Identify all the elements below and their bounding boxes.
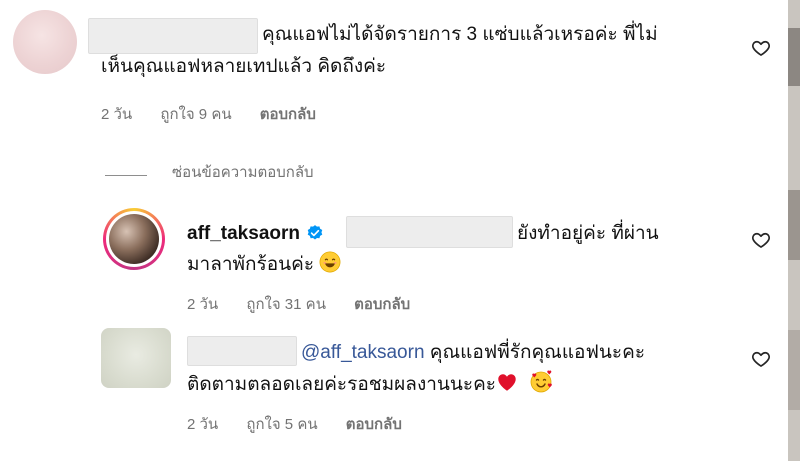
- commenter-avatar[interactable]: [13, 10, 77, 74]
- background-edge-shade: [788, 330, 800, 410]
- hide-replies-line: [105, 175, 147, 176]
- reply-button[interactable]: ตอบกลับ: [346, 416, 402, 433]
- comment-text-line2: มาลาพักร้อนค่ะ: [187, 250, 341, 279]
- comment-text: คุณแอฟพี่รักคุณแอฟนะคะ: [429, 342, 646, 363]
- avatar-ring-gap: [106, 211, 162, 267]
- comment-meta: 2 วัน ถูกใจ 31 คน ตอบกลับ: [187, 292, 434, 316]
- avatar-photo: [109, 214, 159, 264]
- mention-link[interactable]: @aff_taksaorn: [301, 342, 425, 363]
- comment-time: 2 วัน: [187, 296, 219, 313]
- reply-button[interactable]: ตอบกลับ: [260, 106, 316, 123]
- comment-meta: 2 วัน ถูกใจ 9 คน ตอบกลับ: [101, 102, 340, 126]
- username[interactable]: aff_taksaorn: [187, 223, 300, 244]
- background-edge: [788, 0, 800, 461]
- smiling-face-emoji: [319, 251, 341, 273]
- hide-replies-button[interactable]: ซ่อนข้อความตอบกลับ: [172, 160, 314, 184]
- background-edge-shade: [788, 28, 800, 86]
- red-heart-emoji: [498, 374, 516, 391]
- comment-text: ติดตามตลอดเลยค่ะรอชมผลงานนะคะ: [187, 374, 496, 395]
- comment-time: 2 วัน: [187, 416, 219, 433]
- verified-badge-icon: [307, 225, 323, 240]
- comment-text-line: คุณแอฟไม่ได้จัดรายการ 3 แซ่บแล้วเหรอค่ะ …: [262, 24, 658, 45]
- heart-outline-icon[interactable]: [751, 349, 771, 369]
- redacted-username: [88, 18, 258, 54]
- comment-text-line2: ติดตามตลอดเลยค่ะรอชมผลงานนะคะ: [187, 369, 553, 399]
- redacted-mention: [346, 216, 513, 248]
- likes-count[interactable]: ถูกใจ 9 คน: [160, 106, 231, 123]
- smiling-face-with-hearts-emoji: [530, 370, 553, 393]
- redacted-username: [187, 336, 297, 366]
- comment-text-line: ยังทำอยู่ค่ะ ที่ผ่าน: [517, 223, 659, 244]
- comment-text-line1: @aff_taksaorn คุณแอฟพี่รักคุณแอฟนะคะ: [301, 338, 645, 367]
- comment-meta: 2 วัน ถูกใจ 5 คน ตอบกลับ: [187, 412, 426, 436]
- comment-text: มาลาพักร้อนค่ะ: [187, 254, 315, 275]
- reply-button[interactable]: ตอบกลับ: [354, 296, 410, 313]
- commenter-avatar[interactable]: [101, 328, 171, 388]
- background-edge-shade: [788, 190, 800, 260]
- likes-count[interactable]: ถูกใจ 31 คน: [246, 296, 326, 313]
- heart-outline-icon[interactable]: [751, 38, 771, 58]
- comment-text-line: เห็นคุณแอฟหลายเทปแล้ว คิดถึงค่ะ: [101, 56, 387, 77]
- reply-text-line1: aff_taksaorn: [187, 219, 324, 248]
- heart-outline-icon[interactable]: [751, 230, 771, 250]
- likes-count[interactable]: ถูกใจ 5 คน: [246, 416, 317, 433]
- comment-time: 2 วัน: [101, 106, 133, 123]
- story-avatar[interactable]: [103, 208, 165, 270]
